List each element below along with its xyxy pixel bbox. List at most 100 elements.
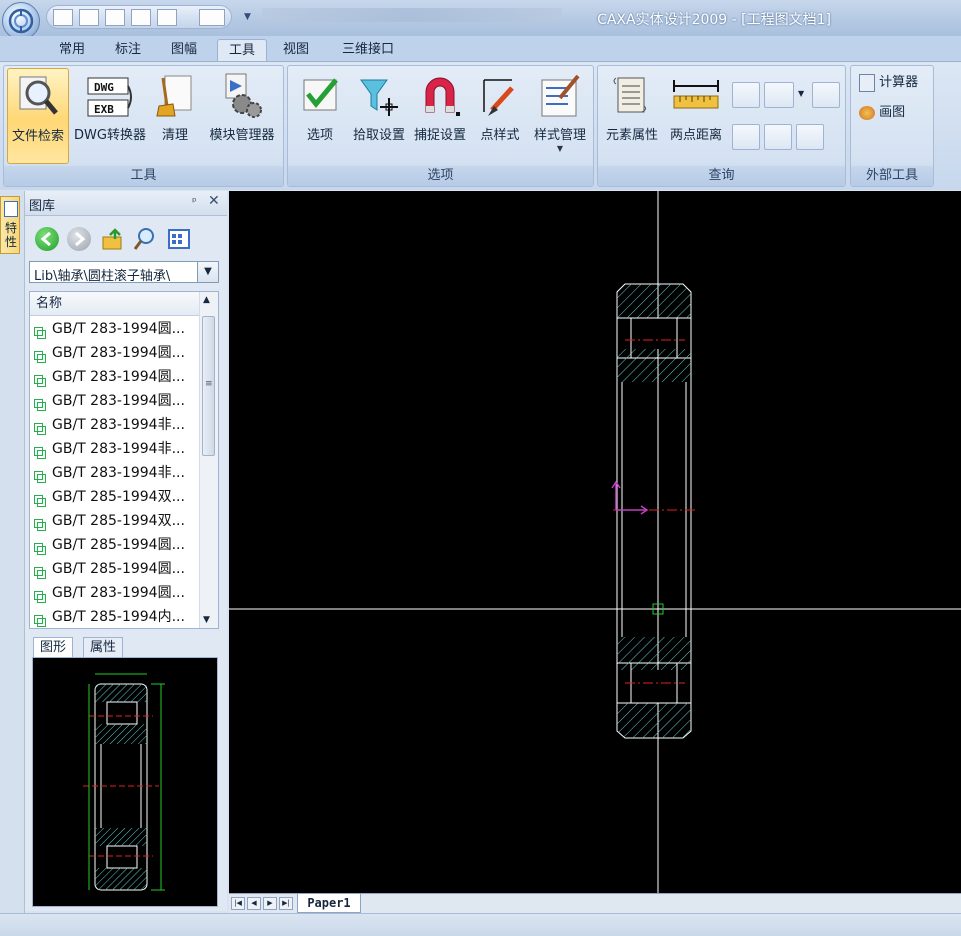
query-triangle-icon[interactable] [764, 82, 794, 108]
library-item-icon [34, 371, 46, 387]
style-manager-icon [541, 74, 580, 117]
chevron-down-icon[interactable]: ▼ [197, 262, 218, 282]
status-bar [0, 913, 961, 936]
query-inertia-icon[interactable] [796, 124, 824, 150]
list-item[interactable]: GB/T 285-1994内... [32, 605, 200, 628]
dwg-converter-button[interactable]: DWG EXB DWG转换器 [70, 68, 150, 164]
paint-button[interactable]: 画图 [859, 102, 905, 124]
pick-settings-label: 拾取设置 [352, 128, 405, 143]
list-item[interactable]: GB/T 283-1994圆... [32, 389, 200, 413]
tab-annotation[interactable]: 标注 [108, 39, 148, 61]
library-panel: 图库 ᵖ ✕ Lib\轴承\圆柱滚子轴承\ ▼ 名称 GB/T 283-1994… [25, 191, 227, 911]
scroll-down-icon[interactable]: ▼ [203, 615, 210, 625]
inner-ring-hatch-bottom [617, 637, 691, 670]
back-arrow-icon[interactable] [35, 227, 59, 251]
list-scrollbar[interactable]: ▲ ≡ ▼ [199, 292, 218, 628]
query-perimeter-icon[interactable] [732, 124, 760, 150]
application-menu-button[interactable] [2, 2, 40, 40]
list-item[interactable]: GB/T 285-1994圆... [32, 533, 200, 557]
module-manager-button[interactable]: 模块管理器 [204, 68, 280, 164]
sheet-tab-paper1[interactable]: Paper1 [297, 894, 361, 913]
library-item-icon [34, 347, 46, 363]
module-manager-label: 模块管理器 [209, 128, 275, 143]
dwg-converter-label: DWG转换器 [74, 128, 146, 143]
library-path-combobox[interactable]: Lib\轴承\圆柱滚子轴承\ ▼ [29, 261, 219, 284]
query-angle-icon[interactable] [732, 82, 760, 108]
tab-graphic-preview[interactable]: 图形 [33, 637, 74, 657]
library-item-icon [34, 419, 46, 435]
list-item[interactable]: GB/T 283-1994圆... [32, 365, 200, 389]
print-icon[interactable] [131, 9, 151, 26]
next-sheet-icon[interactable]: ▶ [263, 897, 277, 910]
query-more-dropdown-icon[interactable]: ▼ [798, 89, 804, 98]
pin-icon[interactable]: ᵖ [192, 195, 197, 208]
properties-side-tab[interactable]: 特性 [0, 196, 20, 254]
query-centroid-icon[interactable] [764, 124, 792, 150]
quick-access-toolbar [46, 5, 232, 29]
library-path-value: Lib\轴承\圆柱滚子轴承\ [34, 269, 171, 284]
prev-sheet-icon[interactable]: ◀ [247, 897, 261, 910]
tab-tools[interactable]: 工具 [217, 39, 267, 62]
style-manager-dropdown-icon[interactable]: ▼ [530, 144, 590, 153]
outer-ring-hatch-bottom [617, 703, 691, 738]
calculator-button[interactable]: 计算器 [859, 72, 918, 94]
scroll-up-icon[interactable]: ▲ [203, 295, 210, 305]
bearing-drawing [229, 191, 961, 893]
title-bar-blurred-area [262, 8, 562, 22]
drawing-canvas[interactable] [229, 191, 961, 893]
options-button[interactable]: 选项 [294, 68, 346, 164]
broom-icon [156, 75, 192, 117]
file-search-icon [19, 76, 58, 115]
style-manager-button[interactable]: 样式管理 ▼ [530, 68, 590, 164]
undo-icon[interactable] [157, 9, 177, 26]
tab-drawing-frame[interactable]: 图幅 [164, 39, 204, 61]
up-folder-icon[interactable] [101, 227, 125, 251]
group-tools: 文件检索 DWG EXB DWG转换器 清理 模块管理器 工具 [3, 65, 284, 187]
column-header-name[interactable]: 名称 [30, 292, 200, 316]
purge-label: 清理 [161, 128, 188, 143]
list-item[interactable]: GB/T 283-1994圆... [32, 581, 200, 605]
tab-attributes[interactable]: 属性 [83, 637, 124, 657]
tab-common[interactable]: 常用 [52, 39, 92, 61]
tab-3d-interface[interactable]: 三维接口 [334, 39, 402, 61]
list-item[interactable]: GB/T 283-1994非... [32, 413, 200, 437]
open-file-icon[interactable] [79, 9, 99, 26]
new-file-icon[interactable] [53, 9, 73, 26]
window-title: CAXA实体设计2009 - [工程图文档1] [597, 12, 831, 28]
bearing-preview-drawing [83, 673, 165, 891]
list-item[interactable]: GB/T 285-1994圆... [32, 557, 200, 581]
search-icon[interactable] [133, 227, 157, 251]
two-point-distance-button[interactable]: 两点距离 [666, 68, 726, 164]
pick-settings-button[interactable]: 拾取设置 [350, 68, 408, 164]
file-search-button[interactable]: 文件检索 [7, 68, 69, 164]
list-item[interactable]: GB/T 283-1994非... [32, 437, 200, 461]
forward-arrow-icon[interactable] [67, 227, 91, 251]
query-area-icon[interactable] [812, 82, 840, 108]
left-dock-strip [0, 191, 25, 935]
save-icon[interactable] [105, 9, 125, 26]
magnet-icon [425, 77, 460, 116]
library-item-icon [34, 467, 46, 483]
library-panel-title: 图库 [29, 199, 56, 214]
point-style-button[interactable]: 点样式 [474, 68, 526, 164]
list-item[interactable]: GB/T 285-1994双... [32, 509, 200, 533]
redo-icon[interactable] [199, 9, 225, 26]
view-mode-icon[interactable] [167, 227, 191, 251]
last-sheet-icon[interactable]: ▶| [279, 897, 293, 910]
customize-toolbar-arrow-icon[interactable]: ▼ [244, 12, 251, 22]
snap-settings-button[interactable]: 捕捉设置 [410, 68, 470, 164]
palette-icon [859, 105, 875, 120]
list-item[interactable]: GB/T 283-1994圆... [32, 317, 200, 341]
first-sheet-icon[interactable]: |◀ [231, 897, 245, 910]
tab-view[interactable]: 视图 [276, 39, 316, 61]
checkmark-icon [303, 78, 338, 111]
scroll-thumb[interactable]: ≡ [202, 316, 215, 456]
purge-button[interactable]: 清理 [152, 68, 198, 164]
element-properties-button[interactable]: 元素属性 [600, 68, 664, 164]
calculator-icon [859, 73, 875, 92]
snap-settings-label: 捕捉设置 [413, 128, 466, 143]
close-icon[interactable]: ✕ [208, 193, 220, 209]
list-item[interactable]: GB/T 283-1994非... [32, 461, 200, 485]
list-item[interactable]: GB/T 285-1994双... [32, 485, 200, 509]
list-item[interactable]: GB/T 283-1994圆... [32, 341, 200, 365]
